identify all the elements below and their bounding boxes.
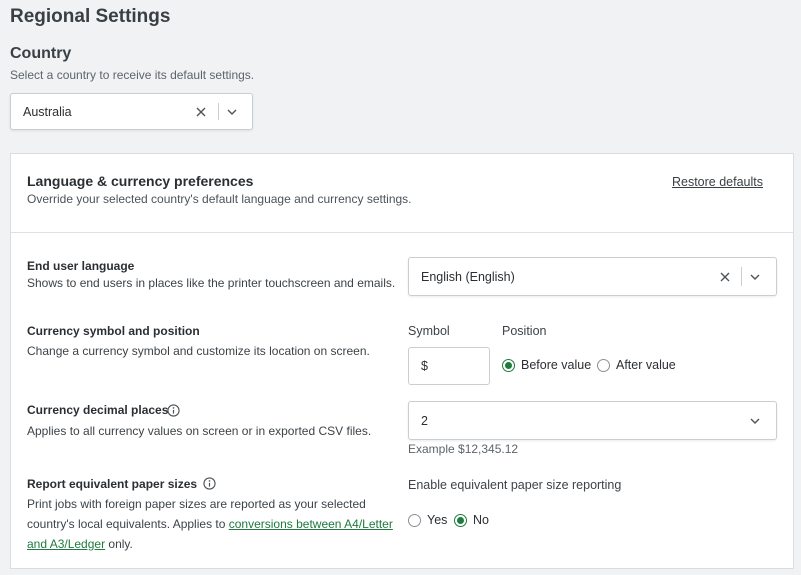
paper-conversions-link-cont[interactable]: and A3/Ledger [27,537,105,551]
paper-no-label: No [473,513,489,527]
paper-yes-radio[interactable]: Yes [408,513,447,527]
enable-paper-label: Enable equivalent paper size reporting [408,478,622,492]
paper-desc-suffix: only. [105,537,133,551]
position-after-label: After value [616,358,676,372]
radio-unselected-icon [597,358,610,372]
paper-yes-label: Yes [427,513,448,527]
radio-unselected-icon [408,513,421,527]
paper-conversions-link[interactable]: conversions between A4/Letter [229,517,393,531]
currency-title: Currency symbol and position [27,324,200,338]
info-icon[interactable] [203,477,216,490]
country-select[interactable]: Australia [10,93,253,130]
clear-icon[interactable] [719,271,731,283]
card-divider [11,232,793,233]
page-title: Regional Settings [10,6,171,27]
chevron-down-icon[interactable] [226,106,238,118]
language-select-value: English (English) [421,269,515,284]
language-select[interactable]: English (English) [408,257,777,296]
position-after-radio[interactable]: After value [597,358,676,372]
language-title: End user language [27,259,135,273]
country-section-title: Country [10,45,72,62]
restore-defaults-link[interactable]: Restore defaults [672,175,763,189]
country-section-subtitle: Select a country to receive its default … [10,68,255,82]
paper-desc: Print jobs with foreign paper sizes are … [27,494,407,554]
radio-selected-icon [454,513,467,527]
position-before-radio[interactable]: Before value [502,358,591,372]
paper-desc-line1: Print jobs with foreign paper sizes are … [27,497,366,511]
position-label: Position [502,324,547,338]
paper-no-radio[interactable]: No [454,513,489,527]
select-separator [218,103,219,120]
position-before-label: Before value [521,358,592,372]
currency-symbol-input[interactable]: $ [408,347,490,385]
info-icon[interactable] [167,404,180,417]
chevron-down-icon[interactable] [749,271,761,283]
decimals-select-value: 2 [421,413,428,428]
symbol-label: Symbol [408,324,450,338]
decimals-desc: Applies to all currency values on screen… [27,424,372,438]
chevron-down-icon[interactable] [749,415,761,427]
select-separator [741,267,742,286]
radio-selected-icon [502,358,515,372]
decimals-example: Example $12,345.12 [408,442,519,456]
language-desc: Shows to end users in places like the pr… [27,276,396,290]
decimals-select[interactable]: 2 [408,401,777,440]
card-title: Language & currency preferences [27,173,254,189]
paper-desc-line2: country's local equivalents. Applies to [27,517,229,531]
currency-symbol-value: $ [421,359,428,373]
currency-desc: Change a currency symbol and customize i… [27,344,370,358]
language-currency-card: Language & currency preferences Override… [10,153,794,569]
clear-icon[interactable] [195,106,207,118]
country-select-value: Australia [23,104,72,119]
paper-title: Report equivalent paper sizes [27,477,198,491]
decimals-title: Currency decimal places [27,403,169,417]
card-subtitle: Override your selected country's default… [27,192,412,206]
